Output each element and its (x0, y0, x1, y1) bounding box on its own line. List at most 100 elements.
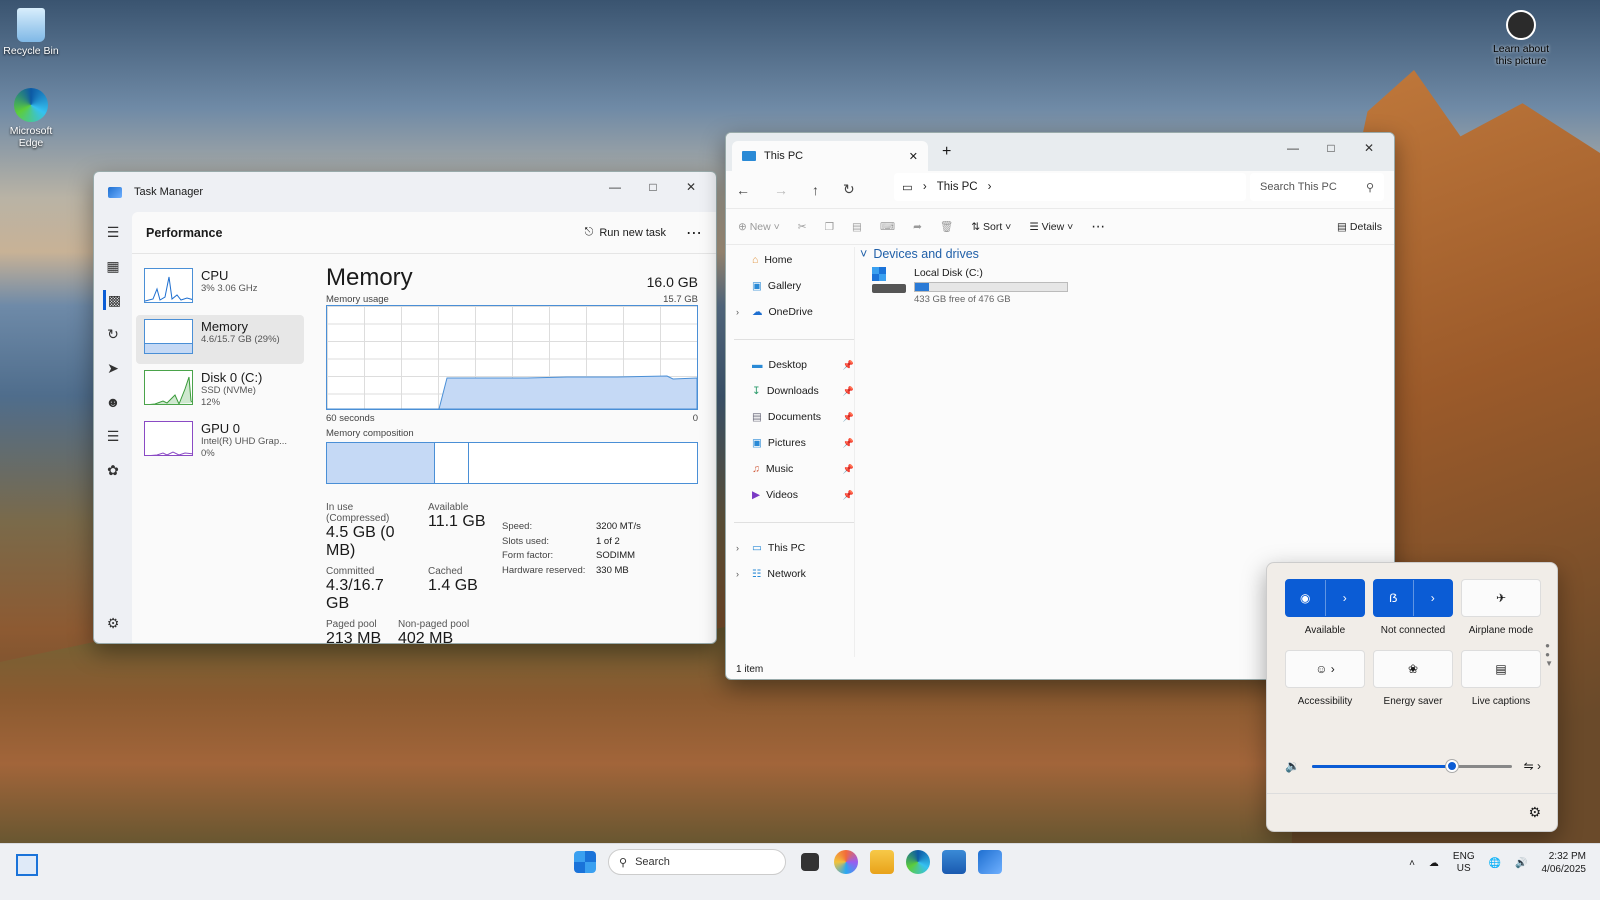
services-icon[interactable]: ✿ (103, 460, 123, 480)
perf-item-memory[interactable]: Memory 4.6/15.7 GB (29%) (136, 315, 304, 364)
sidebar-item-home[interactable]: ⌂ Home (734, 247, 854, 273)
chevron-right-icon[interactable]: › (988, 181, 992, 193)
details-button[interactable]: ▤ Details (1337, 221, 1382, 233)
perf-item-disk[interactable]: Disk 0 (C:) SSD (NVMe) 12% (136, 366, 304, 415)
sidebar-item-documents[interactable]: ▤ Documents 📌 (734, 404, 854, 430)
cut-icon[interactable]: ✂ (798, 221, 807, 233)
refresh-icon[interactable]: ↻ (843, 181, 855, 198)
page-indicator[interactable]: ● ● ▼ (1545, 641, 1553, 668)
volume-slider[interactable] (1311, 759, 1512, 772)
minimize-icon[interactable]: — (596, 176, 634, 198)
pin-icon[interactable]: 📌 (843, 490, 854, 501)
performance-icon[interactable]: ▩ (103, 290, 123, 310)
sidebar-item-network[interactable]: › ☷ Network (734, 561, 854, 587)
settings-gear-icon[interactable]: ⚙ (1528, 804, 1541, 821)
audio-output-icon[interactable]: ⇋ › (1524, 759, 1541, 773)
tab-this-pc[interactable]: This PC ✕ (732, 141, 928, 171)
onedrive-paused-icon[interactable]: ☁ (1429, 858, 1439, 869)
live-captions-tile[interactable]: ▤ (1461, 650, 1541, 688)
breadcrumb[interactable]: This PC (937, 181, 978, 193)
up-arrow-icon[interactable]: ↑ (812, 182, 819, 198)
maximize-icon[interactable]: □ (634, 176, 672, 198)
volume-icon[interactable]: 🔊 (1515, 858, 1527, 869)
sidebar-item-desktop[interactable]: ▬ Desktop 📌 (734, 352, 854, 378)
chevron-right-icon[interactable]: › (736, 543, 739, 553)
desktop-icon-recycle-bin[interactable]: Recycle Bin (0, 8, 62, 57)
task-manager-icon[interactable] (978, 850, 1002, 874)
forward-arrow-icon[interactable]: → (774, 182, 788, 198)
new-button[interactable]: ⊕ New ˅ (738, 221, 780, 233)
back-arrow-icon[interactable]: ← (736, 182, 750, 198)
perf-item-gpu[interactable]: GPU 0 Intel(R) UHD Grap... 0% (136, 417, 304, 466)
close-tab-icon[interactable]: ✕ (909, 150, 918, 163)
clock[interactable]: 2:32 PM 4/06/2025 (1542, 850, 1587, 876)
sidebar-item-pictures[interactable]: ▣ Pictures 📌 (734, 430, 854, 456)
more-options-icon[interactable]: ⋯ (1091, 218, 1105, 235)
chevron-right-icon[interactable]: › (1414, 580, 1453, 616)
drive-item[interactable]: Local Disk (C:) 433 GB free of 476 GB (872, 267, 1068, 305)
copilot-icon[interactable] (834, 850, 858, 874)
view-button[interactable]: ☰ View ˅ (1029, 221, 1073, 233)
energy-saver-tile[interactable]: ❀ (1373, 650, 1453, 688)
startup-apps-icon[interactable]: ➤ (103, 358, 123, 378)
group-header[interactable]: ˅ Devices and drives (860, 247, 1068, 261)
sidebar-item-onedrive[interactable]: › ☁ OneDrive (734, 299, 854, 325)
close-icon[interactable]: ✕ (1350, 137, 1388, 159)
chevron-right-icon[interactable]: › (1326, 580, 1365, 616)
more-options-icon[interactable]: ⋯ (686, 223, 702, 243)
sort-button[interactable]: ⇅ Sort ˅ (971, 221, 1011, 233)
settings-gear-icon[interactable]: ⚙ (103, 613, 123, 633)
sidebar-item-music[interactable]: ♫ Music 📌 (734, 456, 854, 482)
users-icon[interactable]: ☻ (103, 392, 123, 412)
speaker-icon[interactable]: 🔉 (1285, 759, 1300, 773)
app-history-icon[interactable]: ↻ (103, 324, 123, 344)
task-view-icon[interactable] (801, 853, 819, 871)
minimize-icon[interactable]: — (1274, 137, 1312, 159)
paste-icon[interactable]: ▤ (852, 221, 862, 233)
volume-knob[interactable] (1445, 759, 1458, 772)
chevron-right-icon[interactable]: › (736, 569, 739, 579)
new-tab-icon[interactable]: + (942, 143, 951, 161)
details-icon[interactable]: ☰ (103, 426, 123, 446)
chevron-right-icon[interactable]: › (736, 307, 739, 317)
sidebar-item-videos[interactable]: ▶ Videos 📌 (734, 482, 854, 508)
sidebar-item-downloads[interactable]: ↧ Downloads 📌 (734, 378, 854, 404)
wifi-tile[interactable]: ◉ › (1285, 579, 1365, 617)
accessibility-tile[interactable]: ☺ › (1285, 650, 1365, 688)
close-icon[interactable]: ✕ (672, 176, 710, 198)
bluetooth-icon[interactable]: ẞ (1374, 580, 1414, 616)
pin-icon[interactable]: 📌 (843, 360, 854, 371)
learn-about-picture[interactable]: Learn about this picture (1490, 10, 1552, 67)
maximize-icon[interactable]: □ (1312, 137, 1350, 159)
file-explorer-icon[interactable] (870, 850, 894, 874)
pin-icon[interactable]: 📌 (843, 464, 854, 475)
hamburger-menu-icon[interactable]: ☰ (103, 222, 123, 242)
store-icon[interactable] (942, 850, 966, 874)
share-icon[interactable]: ➦ (913, 221, 922, 233)
pin-icon[interactable]: 📌 (843, 438, 854, 449)
language-indicator[interactable]: ENG US (1453, 851, 1475, 875)
delete-icon[interactable]: 🗑 (940, 220, 953, 233)
pane-divider[interactable] (854, 247, 855, 657)
processes-icon[interactable]: ▦ (103, 256, 123, 276)
taskbar-search[interactable]: ⚲ Search (608, 849, 786, 875)
address-bar[interactable]: ▭ › This PC › (894, 173, 1246, 201)
bluetooth-tile[interactable]: ẞ › (1373, 579, 1453, 617)
pin-icon[interactable]: 📌 (843, 386, 854, 397)
widgets-icon[interactable] (16, 854, 38, 876)
chevron-up-icon[interactable]: ˄ (1409, 858, 1415, 869)
rename-icon[interactable]: ⌨ (880, 221, 895, 233)
pin-icon[interactable]: 📌 (843, 412, 854, 423)
perf-item-cpu[interactable]: CPU 3% 3.06 GHz (136, 264, 304, 313)
wifi-icon[interactable]: ◉ (1286, 580, 1326, 616)
search-input[interactable]: Search This PC ⚲ (1250, 173, 1384, 201)
edge-icon[interactable] (906, 850, 930, 874)
run-new-task-button[interactable]: ⎋ Run new task (585, 226, 666, 239)
network-globe-icon[interactable]: 🌐 (1489, 858, 1501, 869)
copy-icon[interactable]: ❐ (825, 221, 834, 233)
start-windows-icon[interactable] (574, 851, 596, 873)
sidebar-item-gallery[interactable]: ▣ Gallery (734, 273, 854, 299)
airplane-mode-tile[interactable]: ✈ (1461, 579, 1541, 617)
desktop-icon-edge[interactable]: Microsoft Edge (0, 88, 62, 149)
sidebar-item-this-pc[interactable]: › ▭ This PC (734, 535, 854, 561)
